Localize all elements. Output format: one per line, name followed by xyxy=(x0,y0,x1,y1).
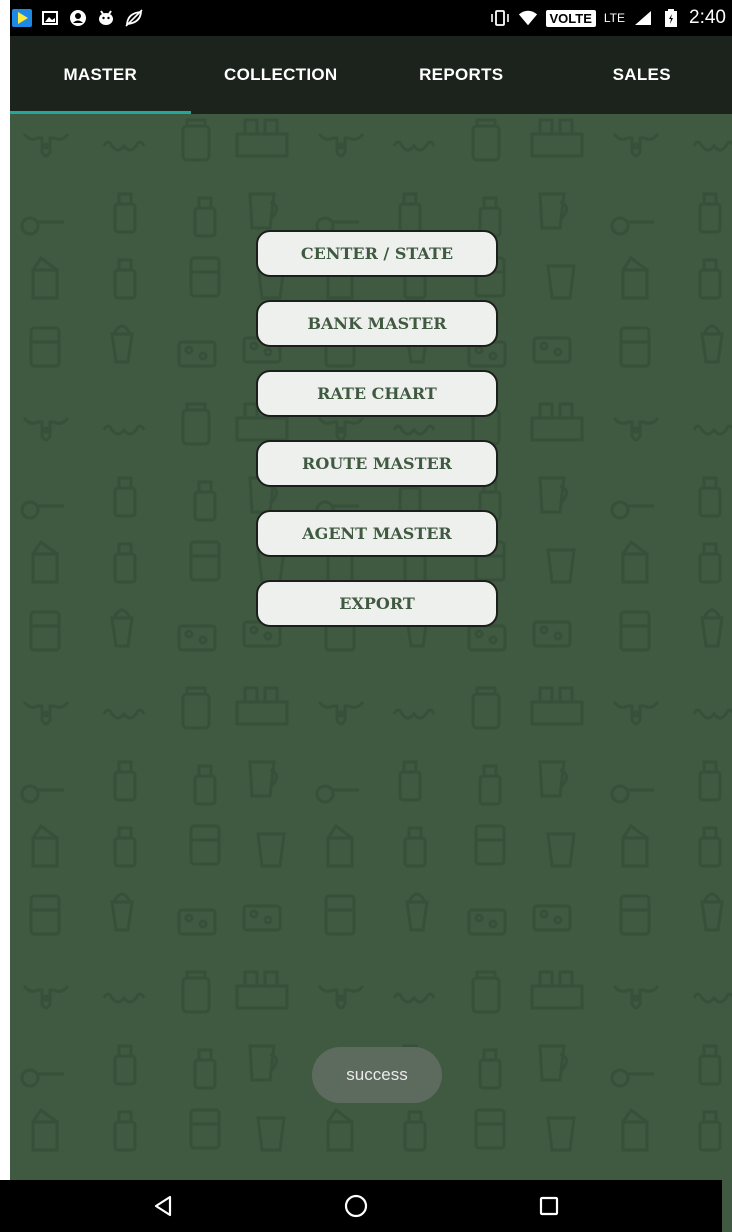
recents-icon[interactable] xyxy=(529,1186,569,1226)
no-sim-leaf-icon xyxy=(124,8,144,28)
android-debug-icon xyxy=(96,8,116,28)
rate-chart-button[interactable]: RATE CHART xyxy=(256,370,498,417)
vibrate-icon xyxy=(490,8,510,28)
tab-reports[interactable]: REPORTS xyxy=(371,36,552,114)
success-toast: success xyxy=(312,1047,442,1103)
status-left xyxy=(12,8,144,28)
account-icon xyxy=(68,8,88,28)
tab-bar: MASTER COLLECTION REPORTS SALES xyxy=(10,36,732,114)
status-right: VOLTE LTE 2:40 xyxy=(490,7,726,29)
center-state-button[interactable]: CENTER / STATE xyxy=(256,230,498,277)
status-clock: 2:40 xyxy=(689,7,726,28)
image-icon xyxy=(40,8,60,28)
master-menu: CENTER / STATE BANK MASTER RATE CHART RO… xyxy=(256,230,498,650)
play-store-icon xyxy=(12,8,32,28)
wifi-icon xyxy=(518,8,538,28)
home-icon[interactable] xyxy=(336,1186,376,1226)
tab-sales[interactable]: SALES xyxy=(552,36,732,114)
route-master-button[interactable]: ROUTE MASTER xyxy=(256,440,498,487)
app-screen: VOLTE LTE 2:40 MASTER COLLECTION REPORTS… xyxy=(10,0,732,1232)
tab-sales-label: SALES xyxy=(612,65,671,84)
tab-collection-label: COLLECTION xyxy=(224,65,338,84)
battery-icon xyxy=(661,8,681,28)
export-button[interactable]: EXPORT xyxy=(256,580,498,627)
bank-master-button[interactable]: BANK MASTER xyxy=(256,300,498,347)
navigation-bar xyxy=(0,1180,722,1232)
status-bar: VOLTE LTE 2:40 xyxy=(10,0,732,36)
tab-master[interactable]: MASTER xyxy=(10,36,191,114)
tab-collection[interactable]: COLLECTION xyxy=(191,36,372,114)
agent-master-button[interactable]: AGENT MASTER xyxy=(256,510,498,557)
back-icon[interactable] xyxy=(143,1186,183,1226)
signal-icon xyxy=(633,8,653,28)
tab-master-label: MASTER xyxy=(63,65,138,84)
lte-label: LTE xyxy=(603,11,626,25)
tab-reports-label: REPORTS xyxy=(419,65,504,84)
volte-badge: VOLTE xyxy=(545,9,596,27)
